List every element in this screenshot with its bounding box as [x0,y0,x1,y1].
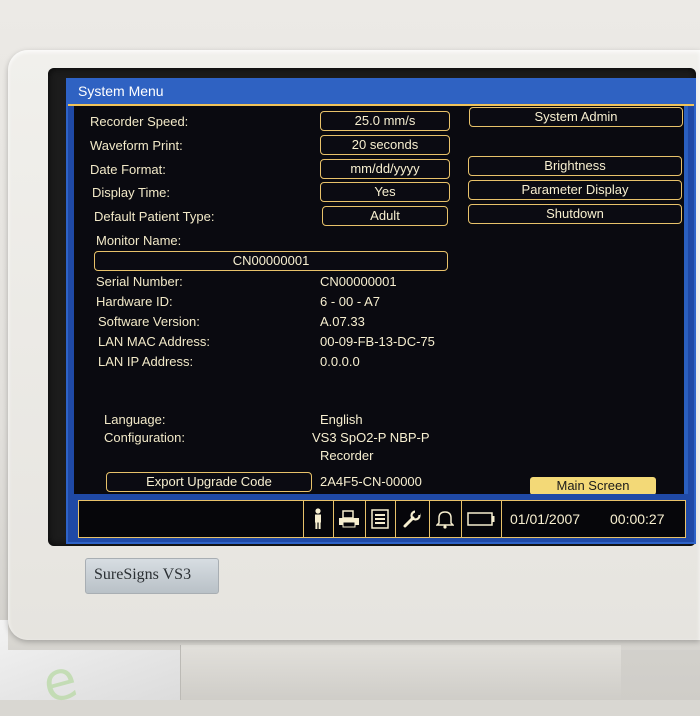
lan-mac-label: LAN MAC Address: [98,334,210,349]
display-time-field[interactable]: Yes [320,182,450,202]
serial-number-value: CN00000001 [320,274,397,289]
main-screen-button[interactable]: Main Screen [530,477,656,495]
recorder-speed-label: Recorder Speed: [90,114,189,129]
system-admin-button[interactable]: System Admin [469,107,683,127]
title-bar: System Menu [68,80,694,106]
report-icon[interactable] [365,501,394,537]
model-name: VS3 [162,566,192,583]
device-badge: SureSigns VS3 [85,558,219,594]
date-format-label: Date Format: [90,162,166,177]
waveform-print-label: Waveform Print: [90,138,183,153]
monitor-name-label: Monitor Name: [96,233,182,248]
date-format-field[interactable]: mm/dd/yyyy [320,159,450,179]
wrench-icon[interactable] [395,501,428,537]
battery-icon [461,501,500,537]
monitor-screen: System Menu Recorder Speed: 25.0 mm/s Wa… [66,78,696,544]
lan-ip-label: LAN IP Address: [98,354,194,369]
display-time-label: Display Time: [92,185,171,200]
hardware-id-label: Hardware ID: [96,294,173,309]
language-label: Language: [104,412,166,427]
software-version-label: Software Version: [98,314,200,329]
hardware-id-value: 6 - 00 - A7 [320,294,380,309]
waveform-print-field[interactable]: 20 seconds [320,135,450,155]
upgrade-code-value: 2A4F5-CN-00000 [320,474,422,489]
language-value: English [320,412,363,427]
status-bar: 01/01/2007 00:00:27 [68,494,694,542]
configuration-value-line1: VS3 SpO2-P NBP-P [312,430,430,445]
shutdown-button[interactable]: Shutdown [468,204,682,224]
patient-icon[interactable] [303,501,332,537]
configuration-value-line2: Recorder [320,448,374,463]
lan-mac-value: 00-09-FB-13-DC-75 [320,334,435,349]
parameter-display-button[interactable]: Parameter Display [468,180,682,200]
software-version-value: A.07.33 [320,314,365,329]
brightness-button[interactable]: Brightness [468,156,682,176]
export-upgrade-code-button[interactable]: Export Upgrade Code [106,472,312,492]
time-display: 00:00:27 [610,511,665,527]
default-patient-type-label: Default Patient Type: [94,209,215,224]
brand-name: SureSigns [94,566,159,583]
serial-number-label: Serial Number: [96,274,183,289]
window-title: System Menu [78,83,164,99]
recorder-speed-field[interactable]: 25.0 mm/s [320,111,450,131]
datetime-cell: 01/01/2007 00:00:27 [501,501,686,537]
lan-ip-value: 0.0.0.0 [320,354,360,369]
date-display: 01/01/2007 [510,511,581,527]
configuration-label: Configuration: [104,430,185,445]
default-patient-type-field[interactable]: Adult [322,206,448,226]
device-stand [180,645,621,700]
printer-icon[interactable] [333,501,364,537]
monitor-name-field[interactable]: CN00000001 [94,251,448,271]
status-bar-inner: 01/01/2007 00:00:27 [78,500,686,538]
device-brand-label: SureSigns VS3 [94,566,191,584]
alarm-bell-icon[interactable] [429,501,460,537]
system-menu-panel: Recorder Speed: 25.0 mm/s Waveform Print… [74,106,688,494]
